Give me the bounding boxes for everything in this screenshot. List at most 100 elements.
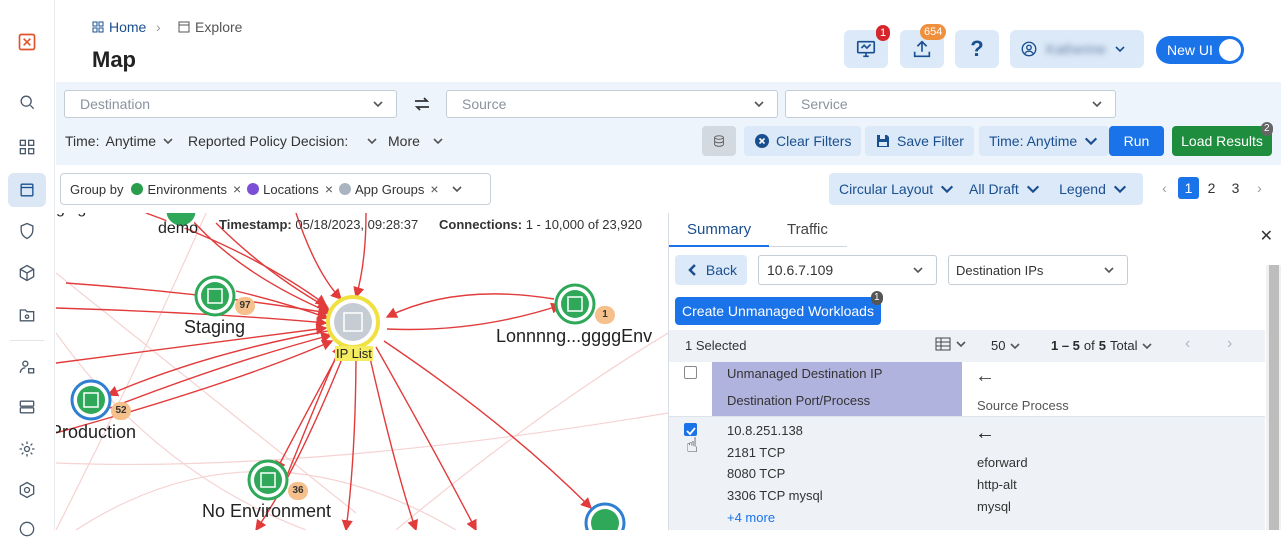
node-staging[interactable] [194,275,236,317]
circular-layout-button[interactable]: Circular Layout [829,173,966,205]
more-filter[interactable]: More [388,133,444,149]
node-count-staging: 97 [235,297,255,315]
run-button[interactable]: Run [1109,126,1164,156]
node-label-staging: Staging [184,317,246,337]
user-lock-icon[interactable] [8,350,46,384]
node-production[interactable] [70,379,112,421]
chip-locations[interactable]: Locations × [247,181,333,197]
column-header-dest-ip[interactable]: Unmanaged Destination IP [727,366,882,381]
shield-icon[interactable] [8,214,46,248]
ip-select[interactable]: 10.6.7.109 [758,255,937,285]
chevron-down-icon [367,138,377,145]
scrollbar-thumb[interactable] [1269,265,1279,530]
hand-cursor-icon: ☝ [686,435,699,457]
database-button[interactable] [702,126,736,156]
results-table: 1 Selected 50 1 – 5 of 5 Total ‹ › Unman… [669,330,1265,530]
row-port: 2181 TCP [727,445,786,460]
save-icon [877,135,889,147]
explore-icon[interactable] [8,173,46,207]
swap-icon[interactable] [412,96,432,115]
load-results-button[interactable]: Load Results [1172,126,1272,156]
chevron-down-icon [1115,46,1125,53]
grid-icon [92,21,104,33]
chevron-down-icon [373,101,383,108]
chevron-down-icon [1142,342,1153,349]
help-button[interactable]: ? [955,30,999,68]
location-pin-icon [247,183,260,195]
panel-scrollbar[interactable] [1266,265,1281,530]
map-canvas[interactable] [56,213,668,530]
source-select[interactable]: Source [446,90,778,118]
page-3[interactable]: 3 [1225,177,1246,199]
traffic-map[interactable]: ging demo Timestamp: 05/18/2023, 09:28:3… [56,213,668,530]
remove-chip-icon[interactable]: × [325,181,333,197]
user-menu-button[interactable]: Katherine [1010,30,1144,68]
table-icon [935,337,951,351]
column-header-source-process[interactable]: Source Process [977,398,1069,413]
per-page-select[interactable]: 50 [991,338,1021,353]
node-ip-list[interactable] [326,295,380,349]
destination-select[interactable]: Destination [64,90,397,118]
info-icon[interactable] [8,512,46,546]
prev-page-icon[interactable]: ‹ [1154,177,1175,199]
tab-traffic[interactable]: Traffic [787,221,828,238]
all-draft-button[interactable]: All Draft [959,173,1051,205]
toggle-knob [1219,39,1241,61]
chevron-down-icon [941,185,954,194]
folder-icon[interactable] [8,298,46,332]
tab-active-indicator [669,245,769,247]
select-all-checkbox[interactable] [684,366,697,379]
remove-chip-icon[interactable]: × [430,181,438,197]
time-filter[interactable]: Time: Anytime [65,133,174,149]
chip-environments[interactable]: Environments × [131,181,241,197]
tab-summary[interactable]: Summary [687,221,751,238]
close-icon[interactable]: ✕ [1260,226,1273,246]
illumio-logo-icon[interactable] [8,25,46,59]
back-button[interactable]: Back [675,255,747,285]
chip-app-groups[interactable]: App Groups × [339,181,439,197]
database-icon [714,135,724,147]
save-filter-button[interactable]: Save Filter [865,126,974,156]
time-range-button[interactable]: Time: Anytime [979,126,1110,156]
chevron-down-icon[interactable] [451,183,463,195]
servers-icon[interactable] [8,390,46,424]
create-count-badge: 1 [871,291,883,305]
legend-button[interactable]: Legend [1044,173,1143,205]
search-icon[interactable] [8,85,46,119]
breadcrumb-home[interactable]: Home [92,19,146,35]
more-ports-link[interactable]: +4 more [727,510,775,525]
remove-chip-icon[interactable]: × [233,181,241,197]
node-bottom-right[interactable] [584,502,626,530]
settings-hex-icon[interactable] [8,473,46,507]
gear-icon[interactable] [8,432,46,466]
row-process: mysql [977,499,1011,514]
help-icon: ? [970,36,984,61]
row-process: eforward [977,455,1028,470]
node-no-environment[interactable] [247,459,289,501]
chevron-left-icon [688,264,696,276]
app-group-icon [339,183,351,195]
column-picker-button[interactable] [935,337,967,351]
group-by-field[interactable]: Group by Environments × Locations × App … [60,173,491,205]
new-ui-toggle[interactable]: New UI [1156,36,1244,64]
total-range[interactable]: 1 – 5 of 5 Total [1051,338,1153,353]
page-2[interactable]: 2 [1201,177,1222,199]
policy-decision-filter[interactable]: Reported Policy Decision: [188,133,378,149]
node-label-no-environment: No Environment [202,501,332,521]
dashboard-icon[interactable] [8,130,46,164]
chevron-down-icon [1010,342,1021,349]
table-prev-icon[interactable]: ‹ [1185,335,1190,353]
create-unmanaged-workloads-button[interactable]: Create Unmanaged Workloads [675,297,881,325]
chevron-down-icon [1085,137,1098,146]
chevron-down-icon [1113,185,1126,194]
clear-filters-button[interactable]: Clear Filters [744,126,862,156]
table-next-icon[interactable]: › [1227,335,1232,353]
service-select[interactable]: Service [785,90,1116,118]
page-1[interactable]: 1 [1178,177,1199,199]
next-page-icon[interactable]: › [1249,177,1270,199]
ip-type-select[interactable]: Destination IPs [948,255,1128,285]
row-process: http-alt [977,477,1017,492]
cube-icon[interactable] [8,256,46,290]
column-header-dest-port[interactable]: Destination Port/Process [727,393,870,408]
node-long-env[interactable] [554,283,596,325]
